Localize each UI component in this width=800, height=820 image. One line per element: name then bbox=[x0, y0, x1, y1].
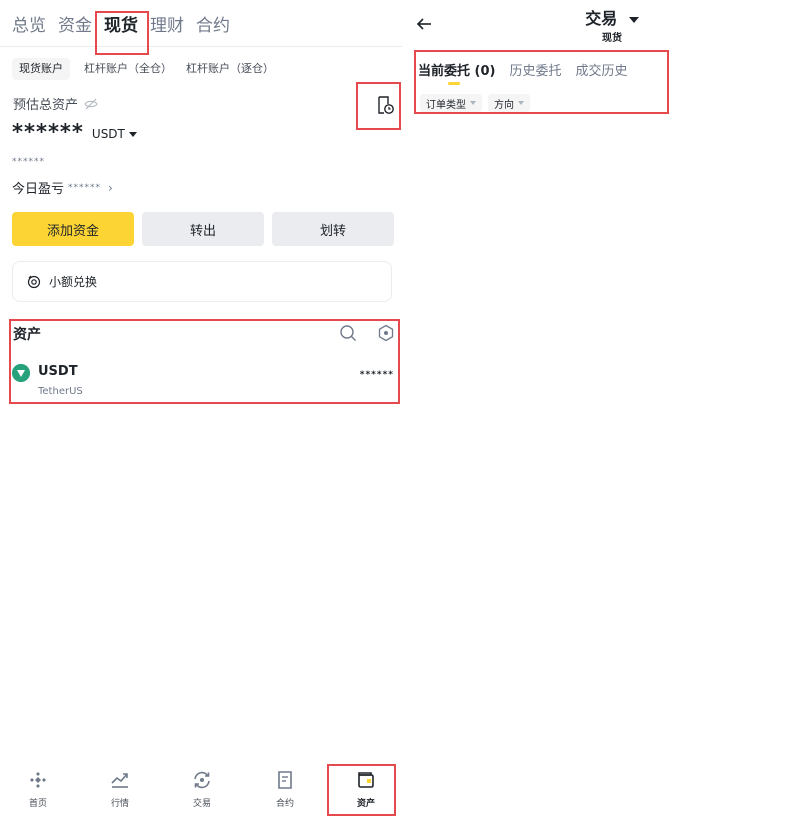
trade-subtitle: 现货 bbox=[602, 33, 622, 44]
order-history-icon[interactable] bbox=[374, 94, 396, 116]
today-pnl[interactable]: 今日盈亏 ****** › bbox=[12, 178, 113, 198]
add-funds-button[interactable]: 添加资金 bbox=[12, 212, 134, 246]
sub-tab-isolated-margin[interactable]: 杠杆账户（逐仓） bbox=[186, 58, 274, 80]
tab-trade-history[interactable]: 成交历史 bbox=[575, 60, 627, 79]
eye-off-icon[interactable] bbox=[84, 97, 98, 111]
trade-title-text: 交易 bbox=[585, 9, 618, 28]
usdt-logo-icon bbox=[12, 364, 30, 382]
fiat-value: ****** bbox=[12, 157, 45, 167]
nav-futures[interactable]: 合约 bbox=[260, 770, 310, 812]
caret-down-icon bbox=[470, 101, 476, 105]
assets-section: 资产 USDT TetherUS ****** bbox=[9, 319, 400, 404]
action-buttons: 添加资金 转出 划转 bbox=[12, 212, 394, 246]
sub-tab-spot-account[interactable]: 现货账户 bbox=[12, 58, 70, 80]
spot-wallet-panel: 总览 资金 现货 理财 合约 现货账户 杠杆账户（全仓） 杠杆账户（逐仓） 预估… bbox=[0, 0, 402, 820]
total-balance: ****** USDT bbox=[12, 118, 137, 146]
trade-cycle-icon bbox=[194, 771, 210, 789]
estimated-total-text: 预估总资产 bbox=[13, 98, 79, 113]
side-label: 方向 bbox=[494, 99, 514, 111]
transfer-button[interactable]: 划转 bbox=[272, 212, 394, 246]
trade-title[interactable]: 交易 bbox=[402, 5, 800, 29]
nav-trade-label: 交易 bbox=[192, 799, 211, 809]
transfer-out-button[interactable]: 转出 bbox=[142, 212, 264, 246]
bottom-nav: 首页 行情 交易 合约 资产 bbox=[0, 766, 402, 816]
tab-futures[interactable]: 合约 bbox=[196, 14, 230, 38]
caret-down-icon bbox=[518, 101, 524, 105]
small-convert-label: 小额兑换 bbox=[49, 275, 98, 289]
asset-balance: ****** bbox=[359, 370, 394, 380]
nav-home-label: 首页 bbox=[28, 799, 47, 809]
order-tabs-section: 当前委托 (0) 历史委托 成交历史 订单类型 方向 bbox=[414, 50, 669, 114]
tab-divider bbox=[0, 46, 402, 47]
chart-trend-icon bbox=[111, 773, 128, 788]
pnl-label: 今日盈亏 bbox=[12, 182, 65, 197]
nav-futures-label: 合约 bbox=[275, 799, 294, 809]
order-tabs: 当前委托 (0) 历史委托 成交历史 bbox=[418, 60, 628, 85]
tab-earn[interactable]: 理财 bbox=[150, 14, 184, 38]
wallet-icon bbox=[358, 772, 374, 788]
search-icon[interactable] bbox=[339, 324, 357, 342]
nav-assets[interactable]: 资产 bbox=[341, 770, 391, 812]
tab-overview[interactable]: 总览 bbox=[12, 14, 46, 38]
tab-order-history[interactable]: 历史委托 bbox=[509, 60, 561, 79]
filter-icon[interactable] bbox=[377, 324, 395, 342]
order-type-label: 订单类型 bbox=[426, 99, 466, 111]
tab-funding[interactable]: 资金 bbox=[58, 14, 92, 38]
convert-icon bbox=[27, 275, 41, 288]
tab-open-orders[interactable]: 当前委托 (0) bbox=[418, 60, 495, 85]
account-sub-tabs: 现货账户 杠杆账户（全仓） 杠杆账户（逐仓） bbox=[12, 58, 274, 80]
document-icon bbox=[278, 771, 292, 789]
nav-markets-label: 行情 bbox=[110, 799, 129, 809]
side-filter[interactable]: 方向 bbox=[488, 94, 530, 112]
balance-value: ****** bbox=[12, 120, 84, 144]
wallet-top-tabs: 总览 资金 现货 理财 合约 bbox=[12, 14, 230, 38]
asset-name: TetherUS bbox=[38, 386, 83, 397]
order-type-filter[interactable]: 订单类型 bbox=[420, 94, 482, 112]
sub-tab-cross-margin[interactable]: 杠杆账户（全仓） bbox=[84, 58, 172, 80]
order-filters: 订单类型 方向 bbox=[420, 94, 530, 112]
asset-row[interactable]: USDT TetherUS ****** bbox=[11, 361, 398, 403]
assets-title: 资产 bbox=[13, 327, 41, 343]
caret-down-icon bbox=[628, 16, 639, 23]
caret-down-icon bbox=[128, 131, 137, 137]
home-diamond-icon bbox=[30, 772, 46, 788]
trade-orders-panel: 交易 现货 当前委托 (0) 历史委托 成交历史 订单类型 方向 bbox=[402, 0, 800, 820]
asset-symbol: USDT bbox=[38, 364, 78, 379]
currency-select[interactable]: USDT bbox=[92, 124, 137, 146]
small-convert-card[interactable]: 小额兑换 bbox=[12, 261, 392, 302]
nav-trade[interactable]: 交易 bbox=[177, 770, 227, 812]
chevron-right-icon: › bbox=[108, 180, 113, 195]
nav-home[interactable]: 首页 bbox=[13, 770, 63, 812]
nav-markets[interactable]: 行情 bbox=[95, 770, 145, 812]
tab-spot[interactable]: 现货 bbox=[104, 14, 138, 38]
pnl-value: ****** bbox=[68, 182, 102, 193]
nav-assets-label: 资产 bbox=[356, 799, 375, 809]
estimated-total-label: 预估总资产 bbox=[13, 94, 98, 113]
currency-label: USDT bbox=[91, 127, 125, 141]
